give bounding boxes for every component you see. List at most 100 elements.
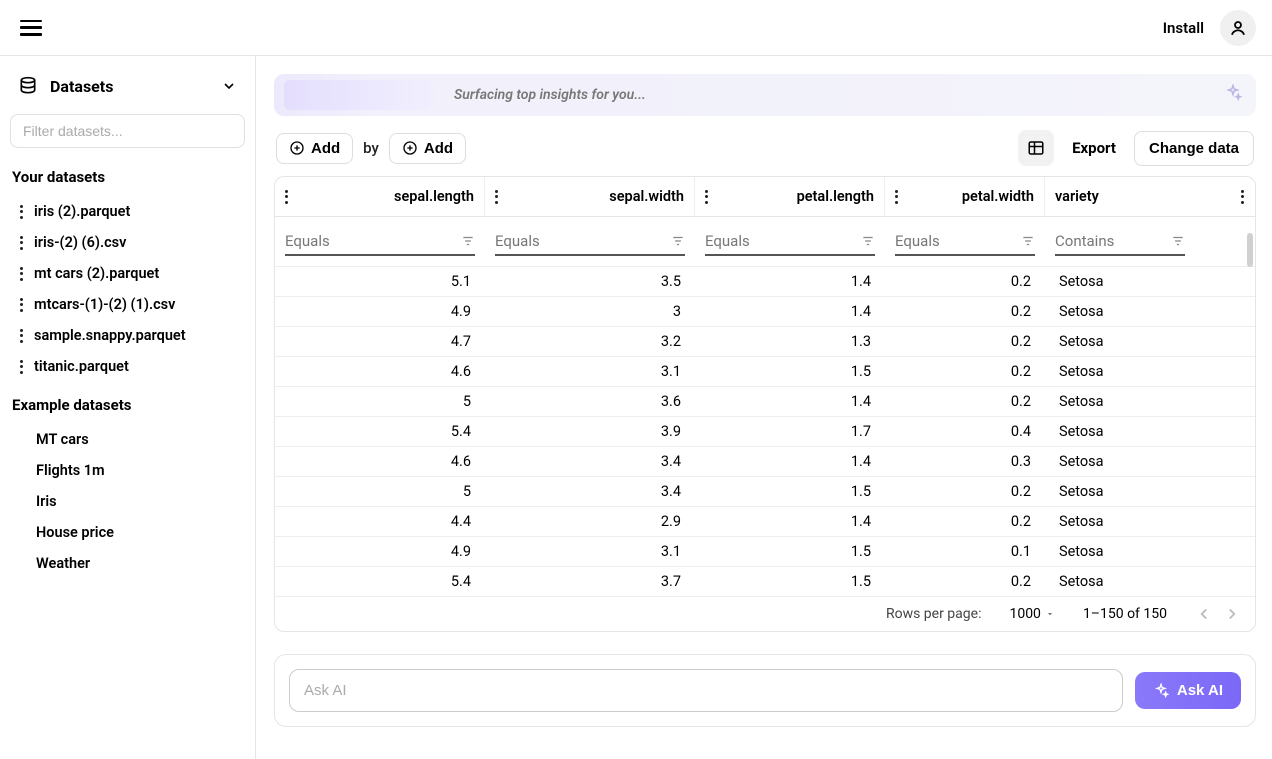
rows-per-page-select[interactable]: 1000 [1009, 606, 1054, 622]
example-dataset-item[interactable]: House price [10, 517, 245, 548]
dataset-item[interactable]: iris (2).parquet [10, 196, 245, 227]
cell: 0.2 [885, 303, 1045, 320]
avatar[interactable] [1220, 10, 1256, 46]
cell: 5 [275, 393, 485, 410]
cell: 4.6 [275, 363, 485, 380]
add-dimension-button[interactable]: Add [389, 133, 466, 164]
column-menu-icon[interactable] [285, 190, 289, 204]
table-row[interactable]: 53.61.40.2Setosa [275, 387, 1255, 417]
filter-petal-width[interactable]: Equals [895, 228, 1035, 256]
filter-sepal-length[interactable]: Equals [285, 228, 475, 256]
cell: 5.1 [275, 273, 485, 290]
column-header-petal-length[interactable]: petal.length [695, 177, 885, 216]
data-table: sepal.length sepal.width petal.length pe… [274, 176, 1256, 632]
item-menu-icon[interactable] [20, 360, 24, 374]
ask-ai-button[interactable]: Ask AI [1135, 672, 1241, 709]
cell: 1.4 [695, 273, 885, 290]
table-row[interactable]: 4.63.11.50.2Setosa [275, 357, 1255, 387]
cell: 1.4 [695, 303, 885, 320]
cell: 0.2 [885, 393, 1045, 410]
dataset-name: mt cars (2).parquet [34, 265, 159, 282]
item-menu-icon[interactable] [20, 267, 24, 281]
dataset-name: House price [36, 524, 114, 541]
item-menu-icon[interactable] [20, 329, 24, 343]
ask-ai-input[interactable] [289, 669, 1123, 712]
example-dataset-item[interactable]: Iris [10, 486, 245, 517]
cell: 3.6 [485, 393, 695, 410]
column-header-sepal-length[interactable]: sepal.length [275, 177, 485, 216]
table-row[interactable]: 5.13.51.40.2Setosa [275, 267, 1255, 297]
cell: 0.2 [885, 483, 1045, 500]
table-row[interactable]: 53.41.50.2Setosa [275, 477, 1255, 507]
cell: 1.3 [695, 333, 885, 350]
cell: Setosa [1045, 273, 1255, 290]
item-menu-icon[interactable] [20, 298, 24, 312]
example-dataset-item[interactable]: Flights 1m [10, 455, 245, 486]
cell: Setosa [1045, 543, 1255, 560]
cell: 5.4 [275, 423, 485, 440]
ask-ai-panel: Ask AI [274, 654, 1256, 727]
dataset-name: Weather [36, 555, 90, 572]
export-button[interactable]: Export [1068, 133, 1120, 163]
filter-icon [861, 234, 875, 248]
dataset-name: Iris [36, 493, 57, 510]
dataset-item[interactable]: iris-(2) (6).csv [10, 227, 245, 258]
cell: 1.4 [695, 393, 885, 410]
filter-datasets-input[interactable] [10, 114, 245, 148]
add-measure-button[interactable]: Add [276, 133, 353, 164]
pagination: Rows per page: 1000 1–150 of 150 [275, 597, 1255, 631]
item-menu-icon[interactable] [20, 205, 24, 219]
menu-icon[interactable] [20, 20, 42, 36]
install-link[interactable]: Install [1163, 19, 1204, 37]
insight-text: Surfacing top insights for you... [454, 87, 646, 103]
table-row[interactable]: 4.42.91.40.2Setosa [275, 507, 1255, 537]
table-row[interactable]: 4.73.21.30.2Setosa [275, 327, 1255, 357]
cell: 4.4 [275, 513, 485, 530]
change-data-button[interactable]: Change data [1134, 131, 1254, 166]
table-view-toggle[interactable] [1018, 130, 1054, 166]
column-header-petal-width[interactable]: petal.width [885, 177, 1045, 216]
sidebar: Datasets Your datasets iris (2).parqueti… [0, 56, 256, 759]
dataset-item[interactable]: mtcars-(1)-(2) (1).csv [10, 289, 245, 320]
cell: 0.2 [885, 513, 1045, 530]
cell: Setosa [1045, 513, 1255, 530]
table-row[interactable]: 5.43.91.70.4Setosa [275, 417, 1255, 447]
dataset-item[interactable]: sample.snappy.parquet [10, 320, 245, 351]
column-header-variety[interactable]: variety [1045, 177, 1255, 216]
column-menu-icon[interactable] [495, 190, 499, 204]
column-menu-icon[interactable] [895, 190, 899, 204]
filter-sepal-width[interactable]: Equals [495, 228, 685, 256]
table-row[interactable]: 4.93.11.50.1Setosa [275, 537, 1255, 567]
cell: 0.2 [885, 333, 1045, 350]
cell: 3.4 [485, 453, 695, 470]
example-dataset-item[interactable]: Weather [10, 548, 245, 579]
dataset-item[interactable]: mt cars (2).parquet [10, 258, 245, 289]
next-page-icon[interactable] [1223, 605, 1241, 623]
user-icon [1229, 19, 1247, 37]
item-menu-icon[interactable] [20, 236, 24, 250]
dataset-name: iris-(2) (6).csv [34, 234, 126, 251]
table-row[interactable]: 4.63.41.40.3Setosa [275, 447, 1255, 477]
dataset-item[interactable]: titanic.parquet [10, 351, 245, 382]
example-dataset-item[interactable]: MT cars [10, 424, 245, 455]
table-row[interactable]: 5.43.71.50.2Setosa [275, 567, 1255, 597]
column-menu-icon[interactable] [705, 190, 709, 204]
scrollbar-thumb[interactable] [1247, 233, 1253, 267]
page-range: 1–150 of 150 [1083, 606, 1167, 622]
cell: 3.2 [485, 333, 695, 350]
column-header-sepal-width[interactable]: sepal.width [485, 177, 695, 216]
datasets-section-header[interactable]: Datasets [10, 70, 245, 102]
table-row[interactable]: 4.931.40.2Setosa [275, 297, 1255, 327]
cell: 3 [485, 303, 695, 320]
filter-icon [671, 234, 685, 248]
cell: Setosa [1045, 333, 1255, 350]
filter-icon [461, 234, 475, 248]
sparkle-icon [1224, 84, 1242, 106]
cell: 5.4 [275, 573, 485, 590]
cell: 4.6 [275, 453, 485, 470]
filter-variety[interactable]: Contains [1055, 228, 1185, 256]
sparkle-icon [1153, 683, 1169, 699]
column-menu-icon[interactable] [1241, 190, 1245, 204]
prev-page-icon[interactable] [1195, 605, 1213, 623]
filter-petal-length[interactable]: Equals [705, 228, 875, 256]
